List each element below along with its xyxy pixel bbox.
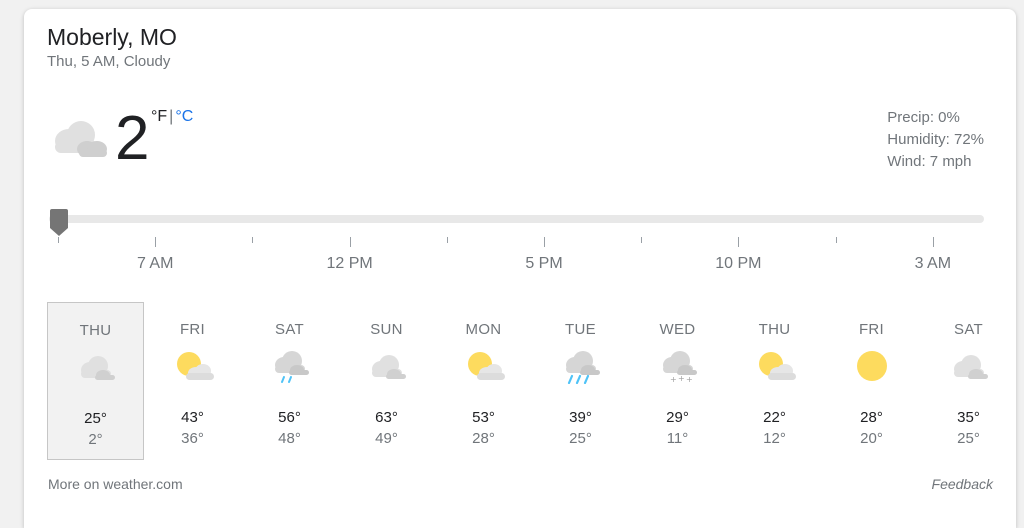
forecast-day-name: MON <box>465 321 502 338</box>
partly-cloudy-icon <box>467 352 505 380</box>
forecast-high-temp: 53° <box>472 409 495 426</box>
light-rain-icon <box>274 351 309 383</box>
timeline-label: 10 PM <box>715 255 762 272</box>
forecast-low-temp: 2° <box>88 431 103 448</box>
svg-text:+: + <box>670 375 677 384</box>
cloudy-icon <box>80 356 115 380</box>
cloudy-icon <box>55 121 107 157</box>
weather-card: Moberly, MO Thu, 5 AM, Cloudy 2 °F | °C Pr… <box>24 9 1016 528</box>
forecast-day-name: FRI <box>179 321 206 338</box>
timeline-label: 7 AM <box>136 255 174 272</box>
svg-text:+: + <box>678 374 685 383</box>
forecast-day-1[interactable]: FRI 43° 36° <box>144 302 241 460</box>
forecast-low-temp: 25° <box>569 430 592 447</box>
more-on-weather-link[interactable]: More on weather.com <box>48 476 183 492</box>
forecast-day-0[interactable]: THU 25° 2° <box>47 302 144 460</box>
forecast-low-temp: 28° <box>472 430 495 447</box>
forecast-high-temp: 39° <box>569 409 592 426</box>
forecast-day-name: THU <box>79 322 112 339</box>
forecast-high-temp: 63° <box>375 409 398 426</box>
timeline-label: 12 PM <box>326 255 373 272</box>
partly-cloudy-icon <box>176 352 214 380</box>
feedback-link[interactable]: Feedback <box>932 476 993 492</box>
sunny-icon <box>856 351 887 381</box>
unit-separator: | <box>169 108 174 125</box>
timeline-minor-tick <box>835 237 837 243</box>
forecast-day-name: SUN <box>370 321 403 338</box>
timeline-label: 5 PM <box>525 255 563 272</box>
timeline-minor-tick <box>446 237 448 243</box>
location-title: Moberly, MO <box>47 24 177 50</box>
forecast-high-temp: 25° <box>84 410 107 427</box>
svg-text:+: + <box>686 375 693 384</box>
partly-cloudy-icon <box>758 352 796 380</box>
wind-value: Wind: 7 mph <box>887 153 972 170</box>
snow-icon: + + + <box>662 351 697 384</box>
forecast-day-4[interactable]: MON 53° 28° <box>435 302 532 460</box>
forecast-low-temp: 20° <box>860 430 883 447</box>
forecast-day-name: TUE <box>565 321 596 338</box>
forecast-low-temp: 49° <box>375 430 398 447</box>
timeline-major-tick <box>738 237 740 247</box>
timeline-major-tick <box>932 237 934 247</box>
forecast-day-name: FRI <box>858 321 885 338</box>
unit-toggle: °F | °C <box>151 108 193 126</box>
forecast-low-temp: 12° <box>763 430 786 447</box>
forecast-low-temp: 11° <box>666 430 689 447</box>
timeline-major-tick <box>155 237 157 247</box>
forecast-high-temp: 29° <box>666 409 689 426</box>
forecast-low-temp: 25° <box>957 430 980 447</box>
timeline-slider-thumb[interactable] <box>48 208 70 238</box>
cloudy-icon <box>953 355 988 379</box>
celsius-unit-link[interactable]: °C <box>175 108 193 125</box>
timeline-major-tick <box>544 237 545 247</box>
forecast-high-temp: 43° <box>181 409 204 426</box>
timeline-minor-tick <box>58 237 59 243</box>
current-conditions-subtitle: Thu, 5 AM, Cloudy <box>47 53 171 70</box>
forecast-high-temp: 35° <box>957 409 980 426</box>
forecast-day-name: THU <box>758 321 791 338</box>
forecast-day-name: WED <box>659 321 696 338</box>
forecast-day-name: SAT <box>275 321 304 338</box>
cloudy-icon <box>371 355 406 379</box>
timeline-major-tick <box>349 237 351 247</box>
daily-forecast: THU 25° 2° FRI 43° 36° SAT 56° 48° SUN 63° 49° MON 53… <box>47 302 1017 462</box>
fahrenheit-unit[interactable]: °F <box>151 108 167 125</box>
timeline-label: 3 AM <box>914 255 952 272</box>
timeline-minor-tick <box>641 237 643 243</box>
forecast-low-temp: 48° <box>278 430 301 447</box>
precipitation-value: Precip: 0% <box>887 109 960 126</box>
timeline-track[interactable] <box>49 215 984 223</box>
forecast-day-name: SAT <box>954 321 983 338</box>
forecast-day-6[interactable]: WED + + +29° 11° <box>629 302 726 460</box>
forecast-high-temp: 56° <box>278 409 301 426</box>
weather-details: Precip: 0% Humidity: 72% Wind: 7 mph <box>887 107 984 173</box>
forecast-day-8[interactable]: FRI 28° 20° <box>823 302 920 460</box>
forecast-day-9[interactable]: SAT 35° 25° <box>920 302 1017 460</box>
forecast-high-temp: 28° <box>860 409 883 426</box>
forecast-day-2[interactable]: SAT 56° 48° <box>241 302 338 460</box>
forecast-day-3[interactable]: SUN 63° 49° <box>338 302 435 460</box>
rain-icon <box>565 351 600 384</box>
timeline-minor-tick <box>252 237 254 243</box>
current-temperature: 2 <box>115 104 150 173</box>
forecast-day-7[interactable]: THU 22° 12° <box>726 302 823 460</box>
humidity-value: Humidity: 72% <box>887 131 984 148</box>
forecast-high-temp: 22° <box>763 409 786 426</box>
forecast-day-5[interactable]: TUE 39° 25° <box>532 302 629 460</box>
forecast-low-temp: 36° <box>181 430 204 447</box>
